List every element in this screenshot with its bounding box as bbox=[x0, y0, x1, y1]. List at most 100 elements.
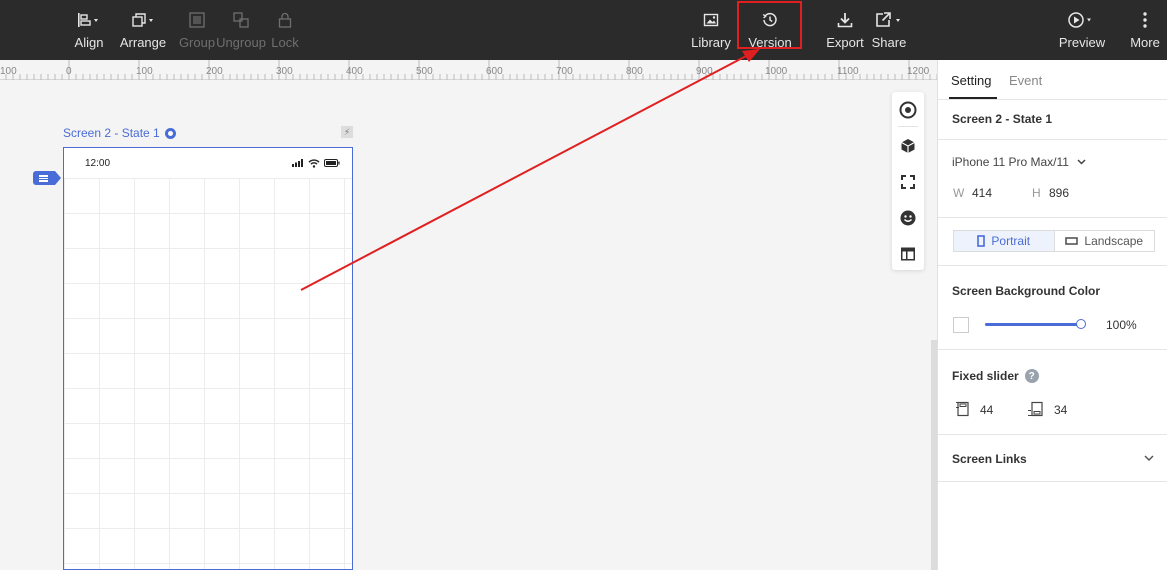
preview-label: Preview bbox=[1058, 35, 1106, 50]
signal-icon bbox=[292, 159, 303, 167]
more-vertical-icon bbox=[1142, 10, 1148, 30]
fixed-bottom-value[interactable]: 34 bbox=[1054, 403, 1067, 417]
height-label: H bbox=[1032, 186, 1041, 200]
fixed-bottom-icon bbox=[1028, 401, 1043, 417]
layout-template-icon[interactable] bbox=[892, 238, 924, 270]
opacity-number: 100 bbox=[1106, 318, 1127, 332]
export-button[interactable]: Export bbox=[824, 0, 866, 60]
wifi-icon bbox=[308, 158, 320, 168]
group-icon bbox=[188, 10, 206, 30]
ruler-label: 1200 bbox=[907, 66, 930, 77]
opacity-slider-handle[interactable] bbox=[1076, 319, 1086, 329]
landscape-button[interactable]: Landscape bbox=[1055, 231, 1155, 251]
tab-setting[interactable]: Setting bbox=[951, 73, 991, 88]
horizontal-ruler: 100 0 100 200 300 400 500 600 700 800 90… bbox=[0, 60, 937, 80]
align-left-icon bbox=[77, 10, 101, 30]
ruler-label: 100 bbox=[136, 66, 153, 77]
device-name: iPhone 11 Pro Max/11 bbox=[952, 155, 1069, 169]
preview-button[interactable]: Preview bbox=[1058, 0, 1106, 60]
landscape-icon bbox=[1065, 237, 1079, 245]
fixed-slider-title: Fixed slider ? bbox=[952, 369, 1039, 383]
battery-icon bbox=[324, 159, 340, 167]
device-select[interactable]: iPhone 11 Pro Max/11 bbox=[952, 155, 1086, 169]
properties-panel: Setting Event Screen 2 - State 1 iPhone … bbox=[937, 60, 1167, 570]
chevron-down-icon bbox=[1077, 159, 1086, 165]
ruler-label: 500 bbox=[416, 66, 433, 77]
width-label: W bbox=[953, 186, 965, 200]
image-icon bbox=[703, 10, 719, 30]
ruler-label: 800 bbox=[626, 66, 643, 77]
ruler-label: 300 bbox=[276, 66, 293, 77]
top-toolbar: Align Arrange Group Ungroup Lock Library bbox=[0, 0, 1167, 60]
lightning-icon[interactable]: ⚡ bbox=[341, 126, 353, 138]
phone-artboard[interactable]: 12:00 bbox=[63, 147, 353, 570]
ungroup-icon bbox=[232, 10, 250, 30]
library-label: Library bbox=[691, 35, 731, 50]
export-label: Export bbox=[826, 35, 864, 50]
align-button[interactable]: Align bbox=[74, 0, 104, 60]
ruler-label: 400 bbox=[346, 66, 363, 77]
screen-name-section: Screen 2 - State 1 bbox=[938, 100, 1167, 140]
screen-links-section[interactable]: Screen Links bbox=[938, 435, 1167, 482]
ruler-label: 700 bbox=[556, 66, 573, 77]
fixed-top-value[interactable]: 44 bbox=[980, 403, 993, 417]
help-icon[interactable]: ? bbox=[1024, 369, 1039, 383]
share-label: Share bbox=[871, 35, 907, 50]
fixed-top-icon bbox=[956, 401, 969, 417]
portrait-button[interactable]: Portrait bbox=[954, 231, 1055, 251]
share-button[interactable]: Share bbox=[870, 0, 908, 60]
play-icon bbox=[1067, 10, 1097, 30]
target-icon[interactable] bbox=[892, 94, 924, 126]
panel-tabs: Setting Event bbox=[938, 60, 1167, 100]
portrait-icon bbox=[977, 235, 986, 247]
align-label: Align bbox=[74, 35, 104, 50]
arrange-button[interactable]: Arrange bbox=[120, 0, 166, 60]
ungroup-button[interactable]: Ungroup bbox=[216, 0, 266, 60]
device-section bbox=[938, 140, 1167, 218]
tab-event[interactable]: Event bbox=[1009, 73, 1042, 88]
screen-name[interactable]: Screen 2 - State 1 bbox=[952, 112, 1052, 126]
group-button[interactable]: Group bbox=[179, 0, 215, 60]
tab-indicator bbox=[949, 97, 997, 99]
group-label: Group bbox=[178, 35, 216, 50]
opacity-value[interactable]: 100% bbox=[1106, 318, 1137, 332]
arrange-icon bbox=[130, 10, 156, 30]
more-label: More bbox=[1130, 35, 1160, 50]
ruler-label: 600 bbox=[486, 66, 503, 77]
portrait-label: Portrait bbox=[991, 234, 1031, 248]
background-section: Screen Background Color bbox=[938, 266, 1167, 350]
arrange-label: Arrange bbox=[119, 35, 167, 50]
lock-label: Lock bbox=[271, 35, 299, 50]
bg-color-swatch[interactable] bbox=[953, 317, 969, 333]
opacity-slider-track[interactable] bbox=[985, 323, 1081, 326]
version-highlight-box bbox=[737, 1, 802, 49]
ruler-label: 200 bbox=[206, 66, 223, 77]
screen-links-title: Screen Links bbox=[952, 452, 1027, 466]
chevron-down-icon[interactable] bbox=[1144, 455, 1154, 462]
ruler-label: 1000 bbox=[765, 66, 788, 77]
more-button[interactable]: More bbox=[1128, 0, 1162, 60]
screen-tag-icon[interactable] bbox=[33, 171, 61, 185]
status-bar: 12:00 bbox=[64, 148, 352, 178]
ruler-label: 900 bbox=[696, 66, 713, 77]
library-button[interactable]: Library bbox=[689, 0, 733, 60]
orientation-toggle: Portrait Landscape bbox=[953, 230, 1155, 252]
opacity-unit: % bbox=[1126, 318, 1137, 332]
ruler-label: 1100 bbox=[837, 66, 859, 77]
ruler-label: 0 bbox=[66, 66, 72, 77]
crop-frame-icon[interactable] bbox=[892, 166, 924, 198]
fixed-slider-section: Fixed slider ? bbox=[938, 350, 1167, 435]
lock-button[interactable]: Lock bbox=[270, 0, 300, 60]
width-input[interactable]: 414 bbox=[972, 186, 992, 200]
bg-color-title: Screen Background Color bbox=[952, 284, 1101, 298]
screen-title-text: Screen 2 - State 1 bbox=[63, 126, 160, 140]
fixed-slider-title-text: Fixed slider bbox=[952, 369, 1019, 383]
share-icon bbox=[875, 10, 903, 30]
emoji-icon[interactable] bbox=[892, 202, 924, 234]
screen-title[interactable]: Screen 2 - State 1 bbox=[63, 126, 176, 140]
height-input[interactable]: 896 bbox=[1049, 186, 1069, 200]
component-cube-icon[interactable] bbox=[892, 130, 924, 162]
settings-dot-icon[interactable] bbox=[164, 127, 176, 139]
tools-divider bbox=[898, 126, 918, 127]
landscape-label: Landscape bbox=[1084, 234, 1144, 248]
